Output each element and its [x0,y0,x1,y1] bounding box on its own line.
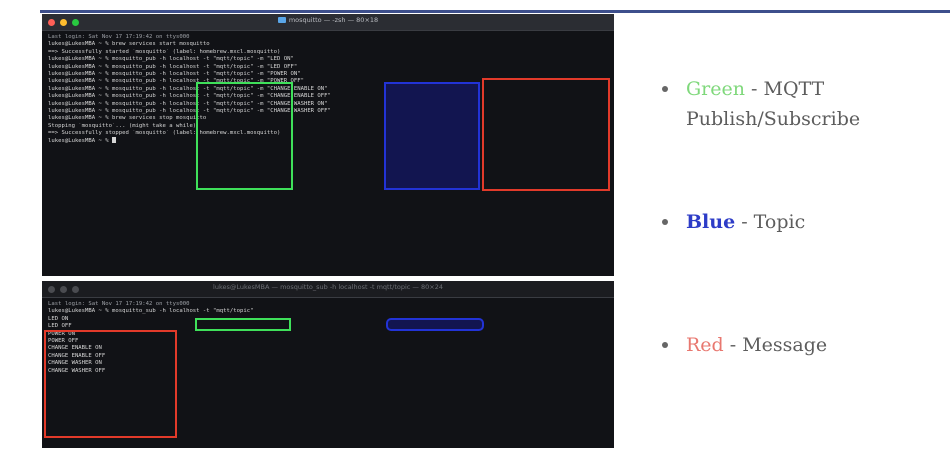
slide-top-border [40,10,950,13]
terminal-line: ==> Successfully stopped `mosquitto` (la… [48,130,281,137]
legend-key: Blue [686,211,736,233]
legend-item-blue: Blue - Topic [662,207,806,237]
bullet-icon [662,219,668,225]
terminal-prompt: lukes@LukesMBA ~ % [48,138,112,145]
terminal-line: Last login: Sat Nov 17 17:19:42 on ttys0… [48,301,190,307]
terminal-line: lukes@LukesMBA ~ % mosquitto_pub -h loca… [48,70,301,77]
terminal-window-subscriber[interactable]: lukes@LukesMBA — mosquitto_sub -h localh… [42,281,614,448]
terminal-line: lukes@LukesMBA ~ % mosquitto_pub -h loca… [48,100,328,107]
window-title-text: mosquitto — -zsh — 80×18 [288,16,379,24]
terminal-line: lukes@LukesMBA ~ % mosquitto_sub -h loca… [48,308,254,315]
terminal-output[interactable]: Last login: Sat Nov 17 17:19:42 on ttys0… [42,298,614,375]
terminal-window-publisher[interactable]: mosquitto — -zsh — 80×18 Last login: Sat… [42,14,614,276]
received-message: CHANGE WASHER ON [48,360,102,367]
terminal-prompt-line[interactable]: lukes@LukesMBA ~ % [48,137,608,144]
terminal-line: lukes@LukesMBA ~ % mosquitto_pub -h loca… [48,93,331,100]
terminal-line: ==> Successfully started `mosquitto` (la… [48,48,281,55]
received-message: CHANGE WASHER OFF [48,367,106,374]
received-message: POWER OFF [48,337,79,344]
bullet-icon [662,86,668,92]
legend-key: Green [686,78,745,100]
legend-desc: - Message [723,334,828,356]
window-title: lukes@LukesMBA — mosquitto_sub -h localh… [42,283,614,291]
terminal-line: lukes@LukesMBA ~ % mosquitto_pub -h loca… [48,85,328,92]
legend-item-red: Red - Message [662,330,828,360]
terminal-line: lukes@LukesMBA ~ % brew services start m… [48,41,210,48]
received-message: LED OFF [48,323,72,330]
legend-desc: - Topic [735,211,806,233]
text-cursor [112,137,116,144]
bullet-icon [662,342,668,348]
terminal-line: lukes@LukesMBA ~ % mosquitto_pub -h loca… [48,56,294,63]
terminal-output[interactable]: Last login: Sat Nov 17 17:19:42 on ttys0… [42,31,614,145]
window-title-text: lukes@LukesMBA — mosquitto_sub -h localh… [213,283,443,291]
legend-item-green: Green - MQTT Publish/Subscribe [662,74,948,134]
terminal-line: lukes@LukesMBA ~ % mosquitto_pub -h loca… [48,63,298,70]
terminal-line: Last login: Sat Nov 17 17:19:42 on ttys0… [48,34,190,40]
terminal-line: Stopping `mosquitto`... (might take a wh… [48,122,197,129]
terminal-line: lukes@LukesMBA ~ % mosquitto_pub -h loca… [48,107,331,114]
folder-icon [277,17,286,23]
terminal-line: lukes@LukesMBA ~ % mosquitto_pub -h loca… [48,78,304,85]
terminal-line: lukes@LukesMBA ~ % brew services stop mo… [48,115,207,122]
received-message: CHANGE ENABLE ON [48,345,102,352]
window-title: mosquitto — -zsh — 80×18 [42,16,614,24]
received-message: LED ON [48,315,69,322]
terminal-titlebar[interactable]: lukes@LukesMBA — mosquitto_sub -h localh… [42,281,614,298]
color-legend: Green - MQTT Publish/Subscribe Blue - To… [618,14,950,448]
legend-key: Red [686,334,724,356]
terminal-titlebar[interactable]: mosquitto — -zsh — 80×18 [42,14,614,31]
received-message: CHANGE ENABLE OFF [48,352,106,359]
received-message: POWER ON [48,330,75,337]
